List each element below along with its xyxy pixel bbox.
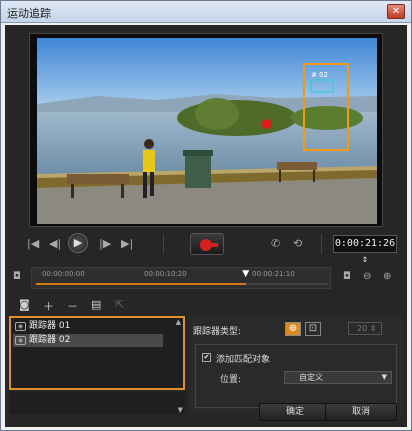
point-tracker-icon[interactable]: ⊕: [285, 322, 301, 336]
remove-icon[interactable]: －: [67, 298, 78, 314]
position-label: 位置:: [220, 375, 242, 385]
phone-icon[interactable]: ✆: [271, 237, 280, 250]
chevron-down-icon: ▼: [381, 373, 387, 381]
timeline: ◘ 00:00:00:00 00:00:10:20 00:00:21:10 ▼ …: [5, 261, 407, 293]
record-icon[interactable]: [190, 233, 224, 255]
video-preview-frame: # 02: [29, 33, 383, 227]
tracker-icon: ◉: [15, 322, 26, 331]
dialog-body: # 02 |◀ ◀| ▶ |▶ ▶| ✆ ⟲ 0:00:21:26 ⇕ ◘ 00…: [5, 25, 407, 427]
add-match-checkbox[interactable]: ✔: [202, 353, 211, 362]
transport-bar: |◀ ◀| ▶ |▶ ▶| ✆ ⟲ 0:00:21:26 ⇕: [13, 230, 405, 265]
zoom-out-icon[interactable]: ⊖: [363, 271, 371, 282]
history-icon[interactable]: ⟲: [293, 237, 302, 250]
prev-frame-icon[interactable]: ◀|: [49, 237, 61, 250]
tracker-icon: ◉: [15, 336, 26, 345]
timeline-label-mid: 00:00:10:20: [144, 270, 187, 278]
timecode-field[interactable]: 0:00:21:26 ⇕: [333, 235, 397, 265]
mark-in-icon[interactable]: ◘: [13, 271, 21, 282]
add-icon[interactable]: ＋: [43, 298, 54, 314]
title-bar: 运动追踪 ✕: [1, 1, 411, 23]
export-icon[interactable]: ⇱: [115, 298, 124, 311]
motion-tracking-dialog: 运动追踪 ✕ # 02 |◀ ◀| ▶ |▶ ▶| ✆ ⟲ 0:00:21:26…: [0, 0, 412, 431]
tracker-type-label: 跟踪器类型:: [193, 327, 242, 337]
cancel-button[interactable]: 取消: [325, 403, 397, 421]
position-value: 自定义: [299, 373, 323, 382]
video-preview[interactable]: # 02: [37, 38, 377, 224]
tracker-icon[interactable]: ◙: [19, 298, 30, 311]
tracker-size-value: 20: [357, 324, 368, 333]
timeline-progress: [36, 283, 247, 285]
timeline-ruler[interactable]: 00:00:00:00 00:00:10:20 00:00:21:10 ▼: [31, 267, 331, 289]
separator: [163, 234, 164, 254]
scroll-up-icon[interactable]: ▲: [176, 318, 181, 326]
timeline-label-end: 00:00:21:10: [252, 270, 295, 278]
home-icon[interactable]: |◀: [27, 237, 39, 250]
position-dropdown[interactable]: 自定义 ▼: [284, 371, 392, 384]
mark-out-icon[interactable]: ◘: [343, 271, 351, 282]
tracker-label: 跟踪器 01: [29, 321, 71, 331]
tracker-label: 跟踪器 02: [29, 335, 71, 345]
zoom-in-icon[interactable]: ⊕: [383, 271, 391, 282]
tracker-tag: # 02: [311, 71, 328, 79]
tracker-toolbar: ◙ ＋ － ▤ ⇱: [13, 298, 183, 314]
separator: [321, 234, 322, 254]
playhead-icon[interactable]: ▼: [242, 269, 249, 279]
list-item[interactable]: ◉ 跟踪器 02: [13, 334, 163, 347]
close-icon[interactable]: ✕: [387, 4, 405, 19]
rename-icon[interactable]: ▤: [91, 298, 101, 311]
next-frame-icon[interactable]: |▶: [99, 237, 111, 250]
list-item[interactable]: ◉ 跟踪器 01: [13, 320, 163, 333]
window-title: 运动追踪: [7, 7, 51, 20]
tracker-size-spinner[interactable]: 20 ⇕: [348, 322, 382, 335]
tracker-list: ◉ 跟踪器 01 ◉ 跟踪器 02 ▲: [9, 316, 185, 390]
area-tracker-icon[interactable]: ⊡: [305, 322, 321, 336]
add-match-label: 添加匹配对象: [216, 355, 271, 365]
video-frame-image: # 02: [37, 38, 377, 224]
timecode-value: 0:00:21:26: [334, 238, 396, 249]
ok-button[interactable]: 确定: [259, 403, 331, 421]
end-icon[interactable]: ▶|: [121, 237, 133, 250]
timeline-label-start: 00:00:00:00: [42, 270, 85, 278]
play-icon[interactable]: ▶: [68, 233, 88, 253]
dialog-buttons: 确定 取消: [5, 399, 407, 427]
